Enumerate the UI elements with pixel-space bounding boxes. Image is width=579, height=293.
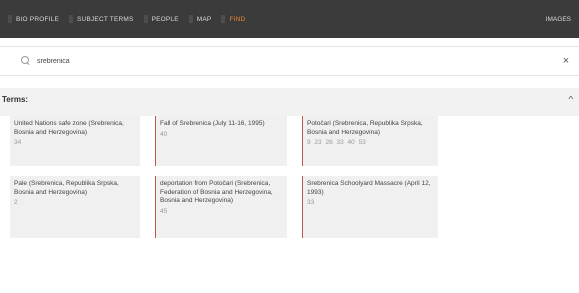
term-card[interactable]: Srebrenica Schoolyard Massacre (April 12… [302,176,438,238]
term-count: 45 [160,207,168,215]
nav-map[interactable]: MAP [185,0,218,38]
nav-label: FIND [229,15,246,23]
nav-bio-profile[interactable]: BIO PROFILE [0,0,65,38]
term-card[interactable]: Pale (Srebrenica, Republika Srpska, Bosn… [10,176,140,238]
term-label: Potočari (Srebrenica, Republika Srpska, … [307,120,423,136]
search-bar: × [0,46,579,76]
grip-icon [69,15,74,23]
term-card[interactable]: deportation from Potočari (Srebrenica, F… [155,176,287,238]
nav-label: BIO PROFILE [16,15,60,23]
terms-grid: United Nations safe zone (Srebrenica, Bo… [0,116,579,293]
nav-images[interactable]: IMAGES [546,16,579,23]
term-count: 33 [307,199,315,206]
term-count: 2 [14,199,18,206]
grip-icon [188,15,193,23]
close-icon[interactable]: × [557,52,575,70]
chevron-up-icon[interactable]: ^ [569,95,574,104]
top-navigation-bar: BIO PROFILE SUBJECT TERMS PEOPLE MAP FIN… [0,0,579,38]
term-count: 9 23 26 33 40 53 [307,139,366,146]
nav-subject-terms[interactable]: SUBJECT TERMS [65,0,140,38]
nav-people[interactable]: PEOPLE [140,0,185,38]
nav-label: PEOPLE [151,15,179,23]
nav-label: SUBJECT TERMS [77,15,134,23]
nav-label: MAP [196,15,212,23]
term-card[interactable]: Potočari (Srebrenica, Republika Srpska, … [302,116,438,166]
grip-icon [221,15,226,23]
term-label: Pale (Srebrenica, Republika Srpska, Bosn… [14,180,119,196]
term-count: 34 [14,139,22,146]
term-label: deportation from Potočari (Srebrenica, F… [160,180,273,204]
term-label: Srebrenica Schoolyard Massacre (April 12… [307,180,431,196]
term-label: United Nations safe zone (Srebrenica, Bo… [14,120,124,136]
term-card[interactable]: United Nations safe zone (Srebrenica, Bo… [10,116,140,166]
grip-icon [143,15,148,23]
search-icon [21,56,31,66]
search-input[interactable] [37,51,557,71]
terms-header[interactable]: Terms: ^ [0,88,579,110]
terms-title: Terms: [2,94,29,104]
nav-find[interactable]: FIND [217,0,251,38]
term-label: Fall of Srebrenica (July 11-16, 1995) [160,120,265,127]
terms-section: Terms: ^ United Nations safe zone (Srebr… [0,88,579,293]
term-count: 40 [160,130,168,138]
grip-icon [8,15,12,23]
term-card[interactable]: Fall of Srebrenica (July 11-16, 1995) 40 [155,116,287,166]
